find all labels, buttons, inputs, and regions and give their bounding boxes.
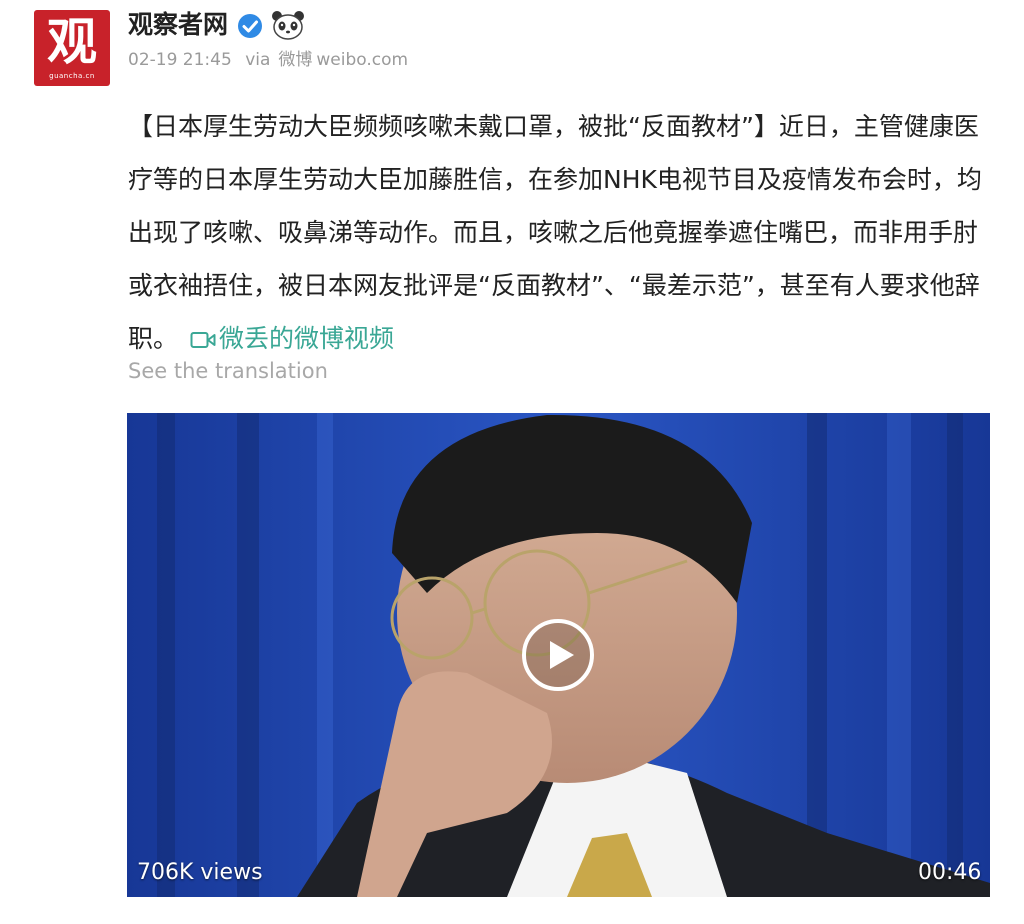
see-translation-link[interactable]: See the translation: [128, 356, 328, 386]
video-view-count: 706K views: [137, 860, 263, 885]
video-link-label: 微丢的微博视频: [219, 324, 395, 353]
author-name[interactable]: 观察者网: [128, 8, 228, 42]
post-timestamp[interactable]: 02-19 21:45: [128, 50, 232, 70]
source-domain: weibo.com: [316, 50, 409, 70]
panda-icon: [272, 11, 304, 40]
verified-badge-icon: [238, 14, 262, 38]
avatar-site-label: guancha.cn: [49, 72, 95, 80]
post-text: 【日本厚生劳动大臣频频咳嗽未戴口罩，被批“反面教材”】近日，主管健康医疗等的日本…: [128, 100, 998, 365]
post-meta: 02-19 21:45 via 微博 weibo.com: [128, 48, 416, 72]
video-duration: 00:46: [918, 860, 982, 885]
author-avatar[interactable]: 观 guancha.cn: [34, 10, 110, 86]
source-name: 微博: [278, 50, 313, 70]
avatar-logo-glyph: 观: [47, 13, 97, 71]
video-camera-icon: [190, 332, 216, 348]
play-icon[interactable]: [520, 617, 596, 693]
post-body-text: 【日本厚生劳动大臣频频咳嗽未戴口罩，被批“反面教材”】近日，主管健康医疗等的日本…: [128, 112, 982, 353]
source-prefix: via: [245, 50, 271, 70]
video-link[interactable]: 微丢的微博视频: [190, 324, 394, 353]
